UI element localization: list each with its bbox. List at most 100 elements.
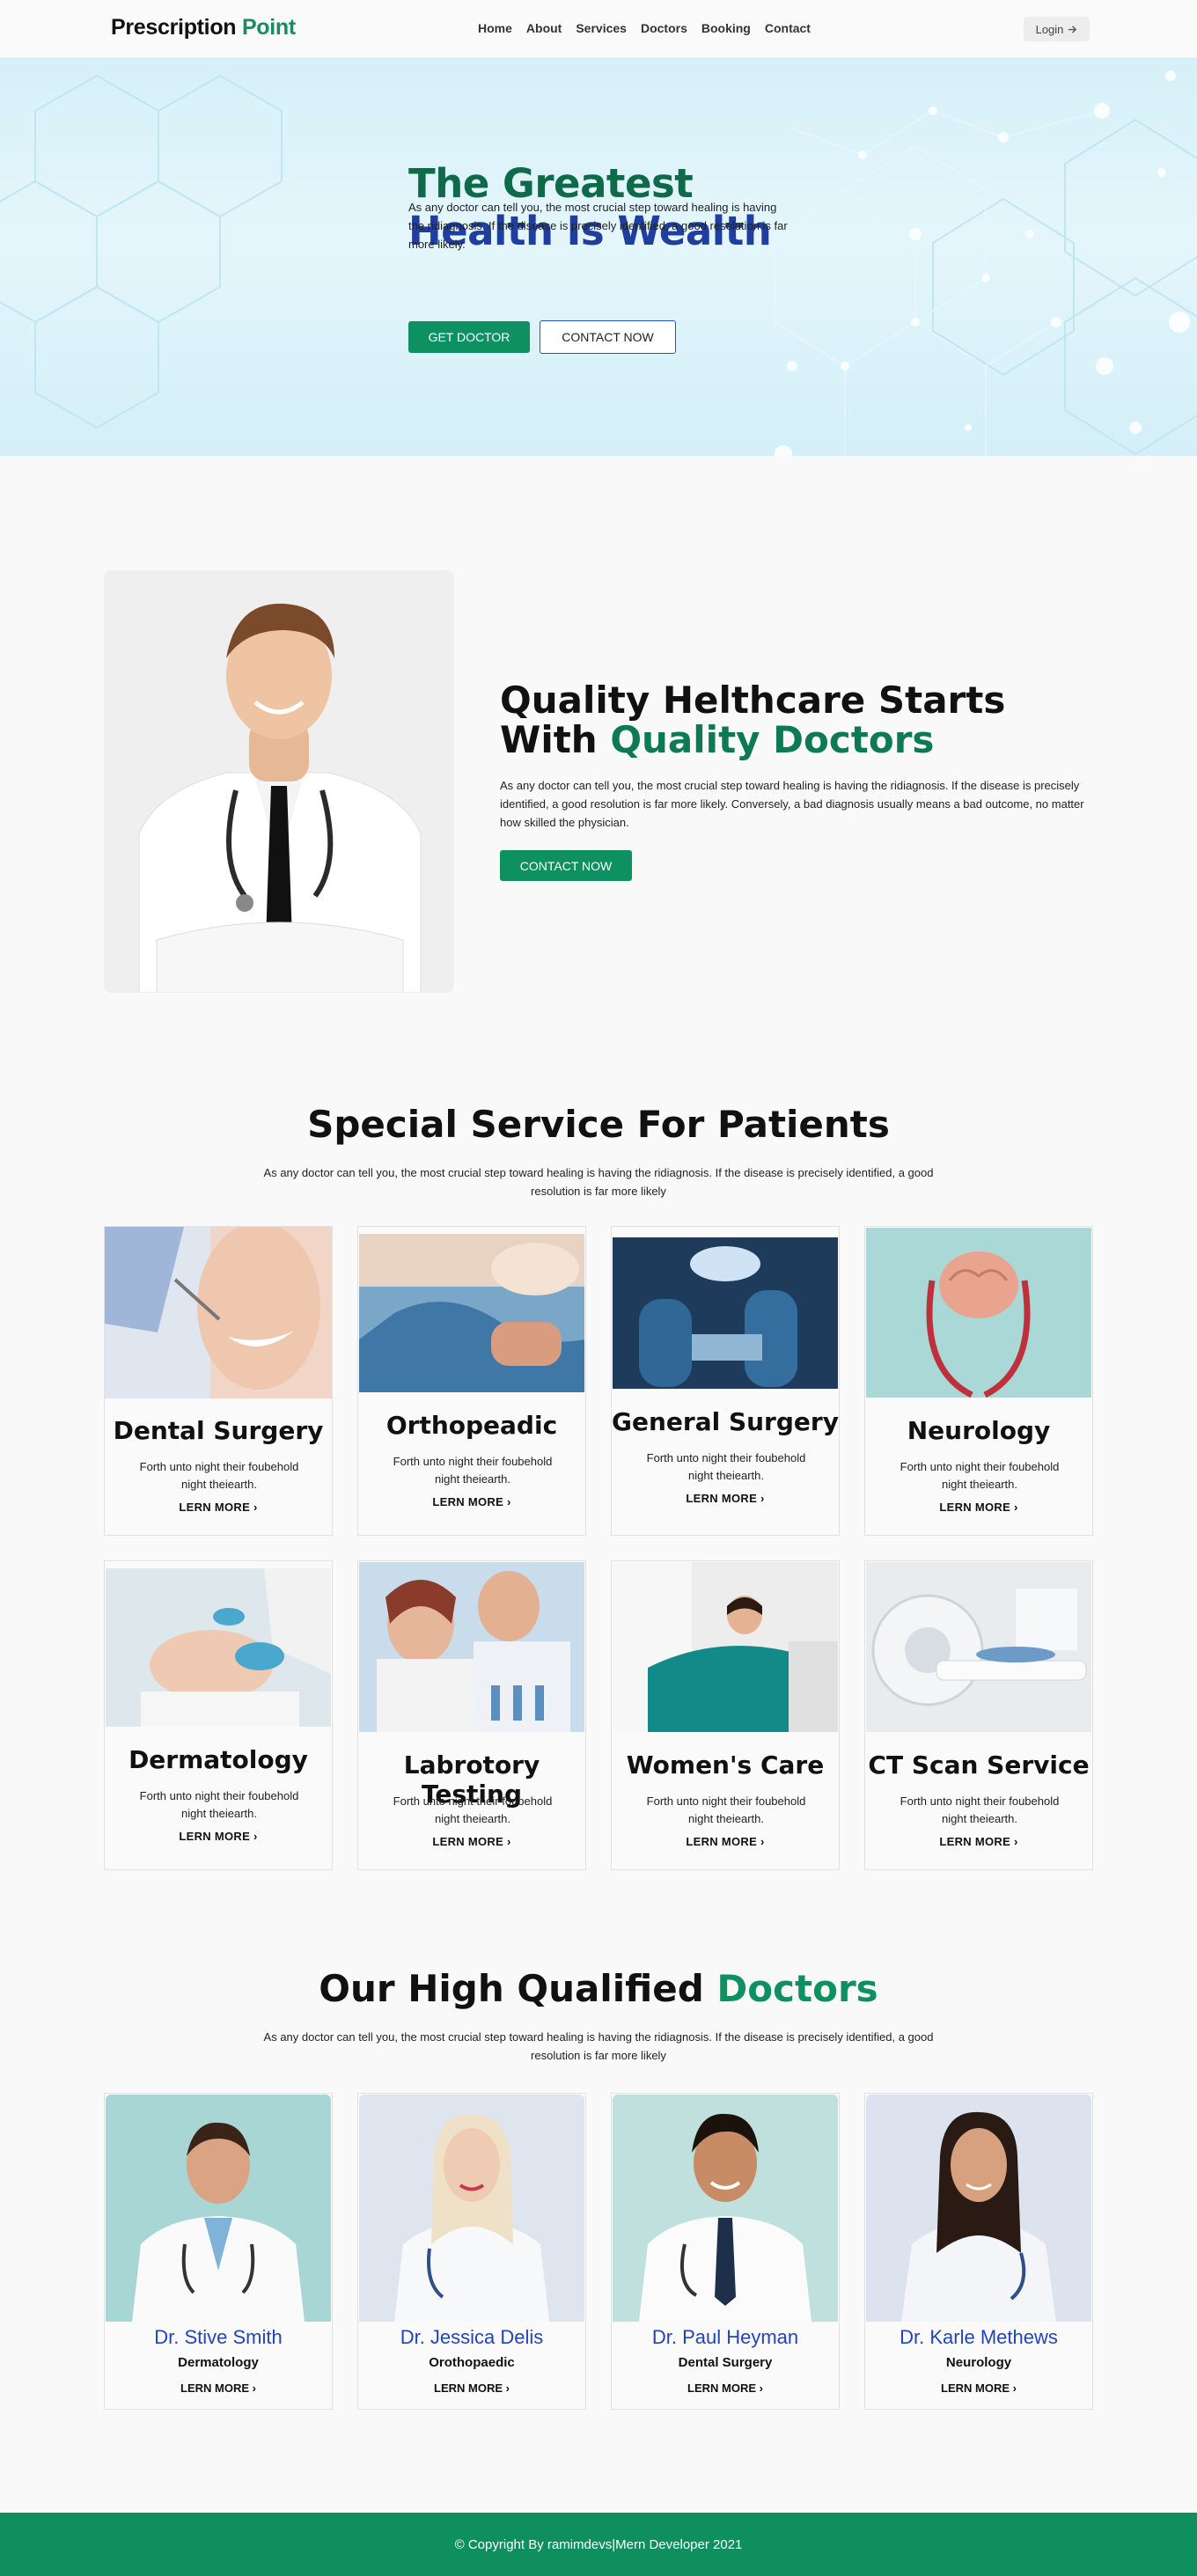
ct-scan-image — [866, 1562, 1091, 1732]
login-button[interactable]: Login — [1024, 17, 1090, 41]
footer: © Copyright By ramimdevs|Mern Developer … — [0, 2513, 1197, 2576]
learn-more-label: LERN MORE — [941, 2382, 1010, 2395]
doctors-title: Our High Qualified Doctors — [0, 1967, 1197, 2010]
learn-more-link[interactable]: LERN MORE › — [105, 1830, 332, 1843]
hero-section: The Greatest Health Is Wealth — [0, 58, 1197, 456]
brand-logo[interactable]: Prescription Point — [111, 15, 296, 40]
quality-title-line2-plain: With — [500, 718, 598, 761]
doctors-description: As any doctor can tell you, the most cru… — [263, 2030, 934, 2062]
top-navbar: Prescription Point Home About Services D… — [0, 0, 1197, 58]
menu-item-about[interactable]: About — [526, 21, 562, 35]
services-title: Special Service For Patients — [307, 1103, 890, 1146]
service-text: Forth unto night their foubehold night t… — [900, 1460, 1060, 1491]
service-text: Forth unto night their foubehold night t… — [393, 1455, 553, 1486]
doctor-card[interactable]: Dr. Paul Heyman Dental Surgery LERN MORE… — [611, 2093, 840, 2410]
services-description: As any doctor can tell you, the most cru… — [263, 1166, 934, 1198]
learn-more-link[interactable]: LERN MORE › — [358, 2382, 585, 2395]
service-text: Forth unto night their foubehold night t… — [139, 1789, 299, 1820]
service-title: CT Scan Service — [868, 1750, 1090, 1780]
service-card-womens-care[interactable]: Women's Care Forth unto night their foub… — [611, 1560, 840, 1870]
learn-more-label: LERN MORE — [939, 1501, 1011, 1514]
learn-more-label: LERN MORE — [687, 2382, 757, 2395]
learn-more-label: LERN MORE — [179, 1501, 251, 1514]
service-card-dental[interactable]: Dental Surgery Forth unto night their fo… — [104, 1226, 333, 1536]
learn-more-label: LERN MORE — [686, 1835, 758, 1848]
service-card-orthopeadic[interactable]: Orthopeadic Forth unto night their foube… — [357, 1226, 586, 1536]
menu-item-doctors[interactable]: Doctors — [641, 21, 687, 35]
service-text: Forth unto night their foubehold night t… — [646, 1451, 806, 1482]
service-text: Forth unto night their foubehold night t… — [900, 1794, 1060, 1825]
doctor-name: Dr. Stive Smith — [154, 2326, 283, 2348]
doctor-portrait-image — [104, 570, 454, 993]
quality-title-line1: Quality Helthcare Starts — [500, 679, 1006, 722]
learn-more-link[interactable]: LERN MORE › — [612, 1492, 839, 1505]
doctor-card[interactable]: Dr. Jessica Delis Orothopaedic LERN MORE… — [357, 2093, 586, 2410]
copyright-text: © Copyright By ramimdevs|Mern Developer … — [454, 2536, 743, 2552]
main-menu: Home About Services Doctors Booking Cont… — [478, 21, 811, 35]
learn-more-link[interactable]: LERN MORE › — [358, 1495, 585, 1508]
doctor-card[interactable]: Dr. Karle Methews Neurology LERN MORE › — [864, 2093, 1093, 2410]
service-title: Women's Care — [626, 1750, 825, 1780]
learn-more-label: LERN MORE — [180, 2382, 250, 2395]
doctor-photo — [106, 2095, 331, 2322]
doctors-title-accent: Doctors — [716, 1967, 878, 2010]
hexagon-network-background — [0, 70, 1197, 456]
doctor-photo — [359, 2095, 584, 2322]
quality-title-line2-accent: Quality Doctors — [610, 718, 935, 761]
doctor-name: Dr. Paul Heyman — [651, 2326, 799, 2348]
learn-more-link[interactable]: LERN MORE › — [612, 2382, 839, 2395]
service-card-dermatology[interactable]: Dermatology Forth unto night their foube… — [104, 1560, 333, 1870]
doctor-specialty: Dental Surgery — [678, 2355, 773, 2370]
service-text: Forth unto night their foubehold night t… — [646, 1794, 806, 1825]
service-card-general-surgery[interactable]: General Surgery Forth unto night their f… — [611, 1226, 840, 1536]
brand-accent: Point — [241, 15, 296, 40]
menu-item-contact[interactable]: Contact — [765, 21, 811, 35]
service-title: General Surgery — [612, 1407, 839, 1436]
menu-item-home[interactable]: Home — [478, 21, 512, 35]
service-card-ct-scan[interactable]: CT Scan Service Forth unto night their f… — [864, 1560, 1093, 1870]
doctors-title-plain: Our High Qualified — [319, 1967, 704, 2010]
doctor-name: Dr. Karle Methews — [900, 2326, 1058, 2348]
learn-more-label: LERN MORE — [939, 1835, 1011, 1848]
labrotory-testing-image — [359, 1562, 584, 1732]
doctor-name: Dr. Jessica Delis — [400, 2326, 544, 2348]
service-title: Neurology — [907, 1416, 1051, 1445]
neurology-image — [866, 1228, 1091, 1398]
doctor-specialty: Neurology — [945, 2355, 1012, 2370]
doctor-photo — [866, 2095, 1091, 2322]
womens-care-image — [613, 1562, 838, 1732]
dermatology-image — [106, 1568, 331, 1727]
learn-more-link[interactable]: LERN MORE › — [865, 2382, 1092, 2395]
get-doctor-button[interactable]: GET DOCTOR — [408, 321, 530, 353]
learn-more-link[interactable]: LERN MORE › — [865, 1835, 1092, 1848]
service-card-labrotory[interactable]: Labrotory Testing Forth unto night their… — [357, 1560, 586, 1870]
quality-title: Quality Helthcare Starts With Quality Do… — [500, 680, 1005, 760]
orthopeadic-image — [359, 1234, 584, 1392]
learn-more-link[interactable]: LERN MORE › — [105, 1501, 332, 1514]
service-text: Forth unto night their foubehold night t… — [139, 1460, 299, 1491]
doctor-card[interactable]: Dr. Stive Smith Dermatology LERN MORE › — [104, 2093, 333, 2410]
quality-description: As any doctor can tell you, the most cru… — [500, 779, 1084, 829]
learn-more-link[interactable]: LERN MORE › — [612, 1835, 839, 1848]
learn-more-link[interactable]: LERN MORE › — [358, 1835, 585, 1848]
dental-surgery-image — [105, 1227, 332, 1398]
learn-more-link[interactable]: LERN MORE › — [865, 1501, 1092, 1514]
service-card-neurology[interactable]: Neurology Forth unto night their foubeho… — [864, 1226, 1093, 1536]
learn-more-label: LERN MORE — [434, 2382, 503, 2395]
service-title: Dermatology — [129, 1745, 308, 1774]
brand-main: Prescription — [111, 15, 237, 40]
menu-item-services[interactable]: Services — [576, 21, 627, 35]
doctor-specialty: Orothopaedic — [429, 2355, 515, 2370]
hero-contact-button[interactable]: CONTACT NOW — [540, 320, 676, 354]
learn-more-label: LERN MORE — [179, 1830, 251, 1843]
quality-contact-button[interactable]: CONTACT NOW — [500, 850, 632, 881]
menu-item-booking[interactable]: Booking — [701, 21, 751, 35]
arrow-right-icon — [1068, 25, 1077, 33]
login-label: Login — [1035, 22, 1064, 36]
service-text: Forth unto night their foubehold night t… — [393, 1794, 553, 1825]
learn-more-label: LERN MORE — [432, 1495, 504, 1508]
service-title: Dental Surgery — [113, 1416, 324, 1445]
learn-more-link[interactable]: LERN MORE › — [105, 2382, 332, 2395]
learn-more-label: LERN MORE — [432, 1835, 504, 1848]
learn-more-label: LERN MORE — [686, 1492, 758, 1505]
